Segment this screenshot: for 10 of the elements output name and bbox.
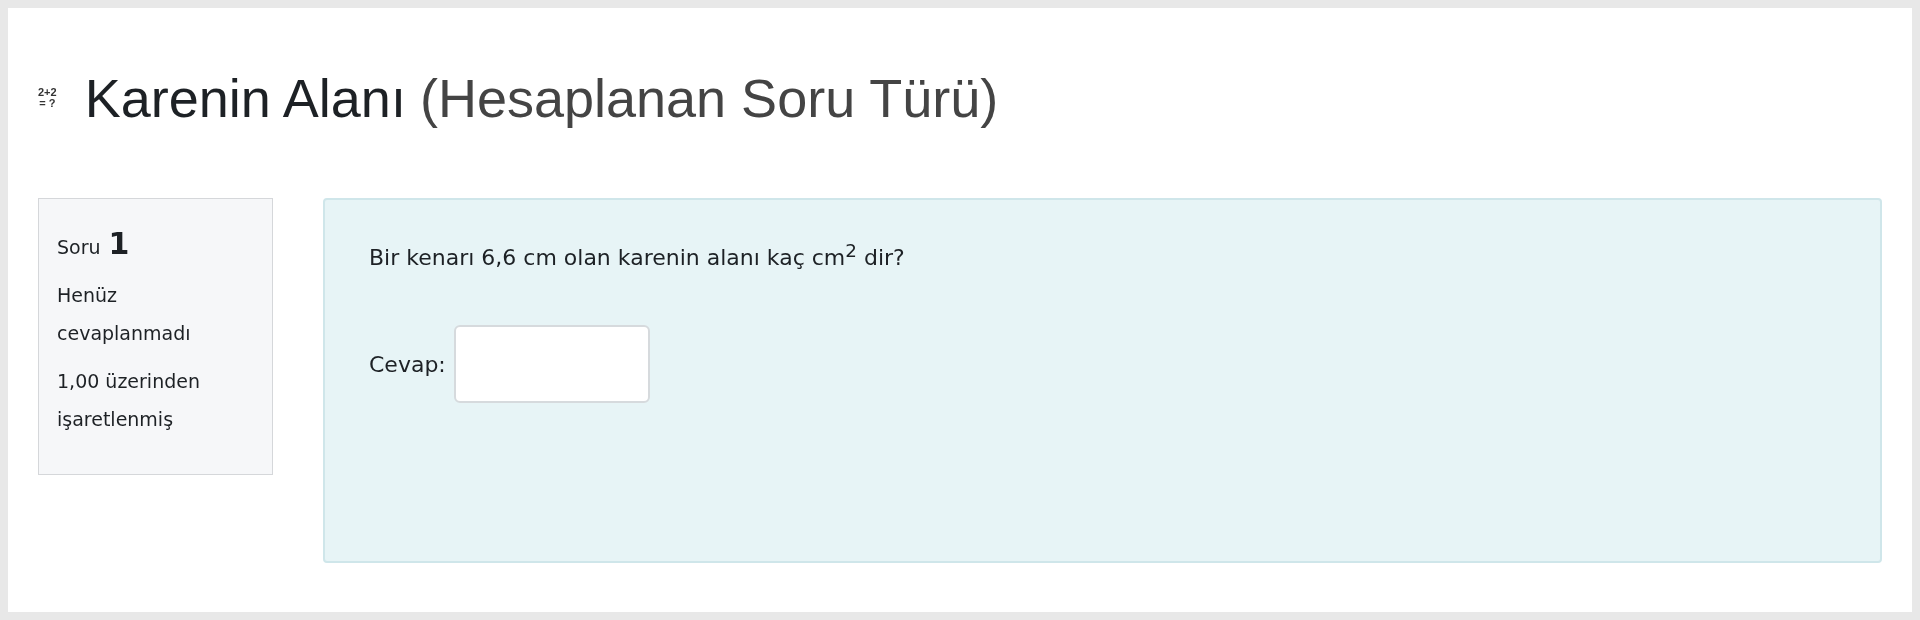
calculator-question-icon: 2+2 = ?	[38, 87, 57, 109]
question-type: (Hesaplanan Soru Türü)	[419, 67, 999, 129]
question-title: Karenin Alanı	[84, 67, 406, 129]
question-number: 1	[108, 225, 130, 262]
answer-field[interactable]	[453, 325, 650, 404]
answer-label: Cevap:	[369, 351, 446, 377]
question-text: Bir kenarı 6,6 cm olan karenin alanı kaç cm$^{2}$ dir?	[369, 240, 906, 271]
question-grade: 1,00 üzerinden işaretlenmiş	[57, 369, 201, 432]
question-state: Henüz cevaplanmadı	[57, 283, 192, 346]
question-label: Soru	[57, 235, 101, 260]
